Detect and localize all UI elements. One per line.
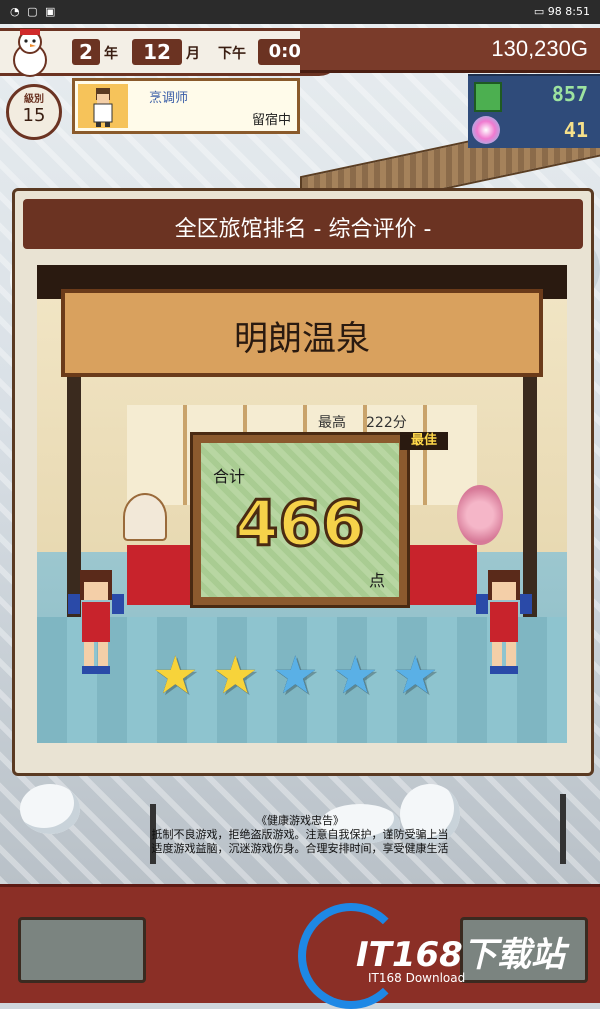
status-right: ▭ 98 8:51: [534, 5, 590, 18]
total-label: 合计: [213, 467, 246, 486]
dialog-title: 全区旅馆排名 - 综合评价 -: [174, 217, 432, 242]
staff-avatar: [78, 84, 128, 128]
rank-label: 級別: [24, 94, 44, 105]
money-bar: 130,230G: [300, 28, 600, 73]
inn-name: 明朗温泉: [234, 319, 370, 359]
notice-line-1: 抵制不良游戏，拒绝盗版游戏。注意自我保护，谨防受骗上当: [151, 828, 449, 841]
staff-role: 烹调师: [149, 91, 189, 106]
ticket-count: 857: [551, 82, 588, 106]
best-score-label: 最高: [318, 415, 346, 431]
money-amount: 130,230G: [491, 36, 588, 61]
score-board-inner: 合计 466 点: [201, 443, 399, 597]
month-unit: 月: [186, 46, 200, 62]
lucky-cat-statue: [123, 493, 167, 541]
bottom-bar: IT168下载站 IT168 Download: [0, 884, 600, 1009]
year-value: 2: [72, 39, 100, 65]
dialog-title-bar: 全区旅馆排名 - 综合评价 -: [23, 199, 583, 249]
ticket-icon: [474, 82, 502, 112]
left-action-button[interactable]: [18, 917, 146, 983]
cheering-girl-right: [476, 570, 532, 674]
rank-value: 15: [22, 105, 46, 126]
rating-star: ★: [152, 646, 199, 706]
rating-star: ★: [272, 646, 319, 706]
notification-icons: ◔ ▢ ▣: [10, 5, 58, 18]
inn-name-banner: 明朗温泉: [61, 289, 543, 377]
resource-panel: 857 41: [468, 74, 600, 148]
staff-status: 留宿中: [251, 113, 291, 128]
month-value: 12: [132, 39, 182, 65]
bonsai-plant: [457, 485, 503, 545]
rating-star: ★: [392, 646, 439, 706]
clock-text: 8:51: [565, 5, 590, 18]
chef-icon: [93, 88, 113, 127]
notice-line-2: 适度游戏益脑，沉迷游戏伤身。合理安排时间，享受健康生活: [151, 842, 449, 855]
best-tag: 最佳: [400, 432, 448, 450]
system-status-bar: ◔ ▢ ▣ ▭ 98 8:51: [0, 0, 600, 24]
score-board: 合计 466 点: [190, 432, 410, 608]
total-score: 466: [234, 486, 366, 562]
rating-star: ★: [332, 646, 379, 706]
health-notice: 《健康游戏忠告》 抵制不良游戏，拒绝盗版游戏。注意自我保护，谨防受骗上当 适度游…: [0, 814, 600, 856]
battery-level: 98: [547, 5, 562, 18]
snowman-icon[interactable]: [4, 26, 56, 78]
year-unit: 年: [104, 46, 118, 62]
rank-badge[interactable]: 級別 15: [6, 84, 62, 140]
staff-card[interactable]: 烹调师 留宿中: [72, 78, 300, 134]
score-unit: 点: [368, 571, 385, 590]
watermark-subtitle: IT168 Download: [368, 971, 466, 985]
notice-title: 《健康游戏忠告》: [256, 814, 344, 827]
period-label: 下午: [218, 46, 246, 62]
battery-icon: ▭: [533, 5, 545, 18]
rating-star: ★: [212, 646, 259, 706]
watermark-brand: IT168下载站: [356, 935, 565, 975]
gem-icon: [472, 116, 500, 144]
gem-count: 41: [563, 118, 588, 142]
best-score-value: 222分: [366, 415, 407, 431]
cheering-girl-left: [68, 570, 124, 674]
